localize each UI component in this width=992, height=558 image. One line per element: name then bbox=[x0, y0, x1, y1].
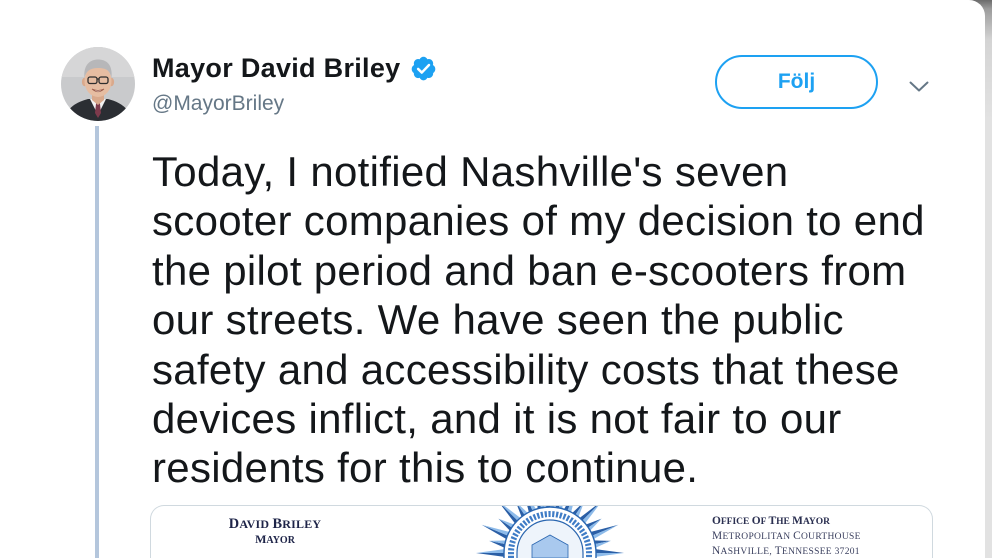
tweet-text: Today, I notified Nashville's seven scoo… bbox=[152, 147, 925, 493]
letterhead-left-block: DAVID BRILEY MAYOR bbox=[195, 517, 355, 548]
tweet-text-line: Today, I notified Nashville's seven bbox=[152, 148, 789, 195]
avatar-photo bbox=[61, 47, 135, 121]
follow-button-label: Följ bbox=[777, 70, 816, 93]
attached-letter-image[interactable]: DAVID BRILEY MAYOR OFFICE OF THE MAYOR M… bbox=[150, 505, 933, 558]
initial-capital: N bbox=[712, 545, 721, 557]
initial-capital: M bbox=[792, 515, 803, 527]
letterhead-address-line: METROPOLITAN COURTHOUSE bbox=[712, 530, 861, 542]
seal-ray bbox=[593, 548, 624, 553]
initial-capital: O bbox=[751, 515, 761, 527]
thread-connector-line bbox=[95, 126, 99, 558]
chevron-down-icon bbox=[909, 81, 929, 91]
tweet-text-line: devices inflict, and it is not fair to o… bbox=[152, 394, 842, 442]
initial-capital: O bbox=[712, 515, 721, 527]
tweet-modal: Mayor David Briley @MayorBriley Följ Tod… bbox=[0, 0, 985, 558]
letterhead-city-line: NASHVILLE, TENNESSEE 37201 bbox=[712, 545, 860, 557]
author-name[interactable]: Mayor David Briley bbox=[152, 51, 401, 85]
tweet-text-line: our streets. We have seen the public bbox=[152, 296, 844, 344]
tweet-menu-button[interactable] bbox=[905, 76, 933, 96]
tweet-text-line: residents for this to continue. bbox=[152, 444, 699, 492]
letterhead-office-line: OFFICE OF THE MAYOR bbox=[712, 515, 831, 527]
author-name-row: Mayor David Briley bbox=[152, 51, 437, 85]
letterhead-mayor-name: DAVID BRILEY bbox=[228, 516, 322, 532]
initial-capital: C bbox=[793, 530, 802, 542]
tweet-text-line: scooter companies of my decision to end bbox=[152, 197, 925, 245]
initial-capital: M bbox=[255, 532, 267, 546]
follow-button[interactable]: Följ bbox=[715, 55, 878, 109]
initial-capital: T bbox=[774, 545, 782, 557]
letterhead-right-block: OFFICE OF THE MAYOR METROPOLITAN COURTHO… bbox=[712, 514, 861, 558]
initial-capital: T bbox=[768, 515, 777, 527]
seal-ray bbox=[476, 553, 507, 558]
initial-capital: M bbox=[712, 530, 723, 542]
seal-ray bbox=[476, 548, 507, 553]
tweet-text-line: safety and accessibility costs that thes… bbox=[152, 345, 900, 393]
seal-ray bbox=[593, 553, 624, 558]
verified-badge-icon bbox=[411, 56, 435, 80]
letterhead-mayor-title: MAYOR bbox=[255, 532, 295, 546]
tweet-text-line: the pilot period and ban e-scooters from bbox=[152, 246, 907, 294]
initial-capital: D bbox=[228, 516, 240, 532]
author-avatar[interactable] bbox=[61, 47, 135, 121]
initial-capital: B bbox=[272, 516, 283, 532]
author-handle[interactable]: @MayorBriley bbox=[152, 91, 284, 117]
metro-seal-icon bbox=[476, 506, 624, 558]
